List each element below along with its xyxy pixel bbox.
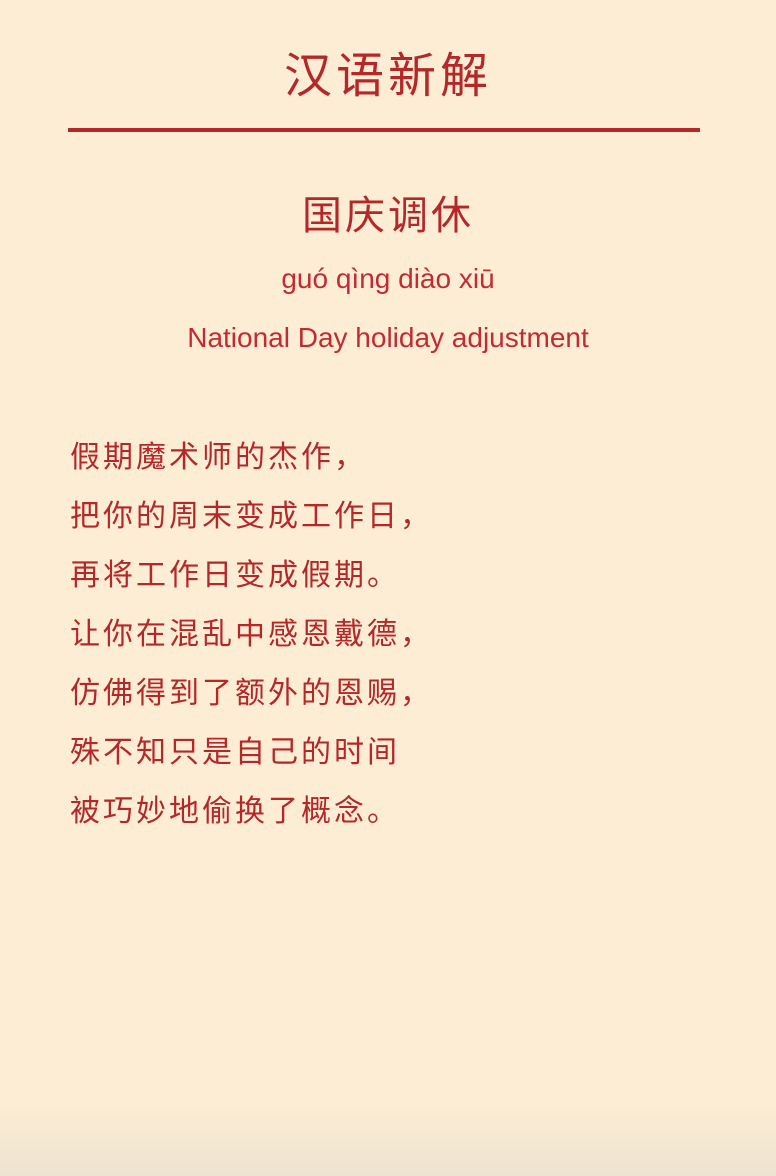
- poem-line: 再将工作日变成假期。: [70, 558, 400, 593]
- poem-line: 把你的周末变成工作日，: [70, 499, 433, 534]
- poem-line: 仿佛得到了额外的恩赐，: [70, 676, 433, 711]
- page-title: 汉语新解: [283, 48, 492, 104]
- term-heading: 国庆调休: [302, 193, 474, 239]
- term-english-translation: National Day holiday adjustment: [187, 322, 589, 353]
- poem-line: 让你在混乱中感恩戴德，: [70, 617, 433, 652]
- poem-line: 假期魔术师的杰作，: [70, 440, 367, 475]
- poem-body: 假期魔术师的杰作， 把你的周末变成工作日， 再将工作日变成假期。 让你在混乱中感…: [70, 434, 710, 847]
- poem-line: 被巧妙地偷换了概念。: [70, 794, 400, 829]
- title-divider: [68, 128, 700, 132]
- term-pinyin: guó qìng diào xiū: [281, 263, 495, 294]
- poem-line: 殊不知只是自己的时间: [70, 735, 400, 770]
- bottom-shadow: [0, 1106, 776, 1176]
